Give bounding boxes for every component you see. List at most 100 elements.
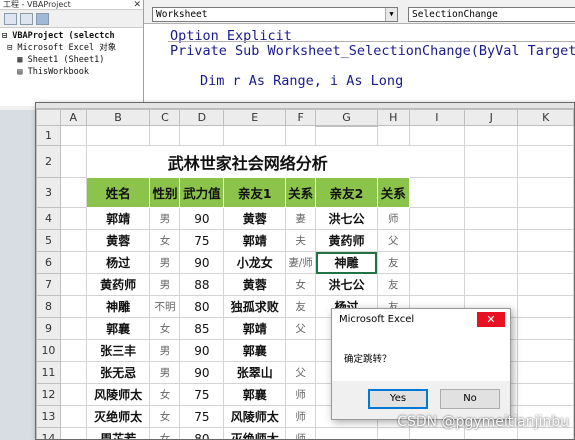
column-header[interactable]: J (464, 109, 519, 126)
data-cell[interactable]: 男 (149, 361, 181, 384)
cell[interactable] (59, 383, 87, 406)
cell[interactable] (59, 251, 87, 274)
column-header[interactable]: I (408, 109, 466, 126)
cell[interactable] (376, 125, 410, 146)
cell[interactable] (285, 125, 317, 146)
sheet-title-cell[interactable]: 武林世家社会网络分析 (85, 145, 410, 178)
cell[interactable] (464, 229, 519, 252)
close-icon[interactable]: ✕ (133, 0, 141, 10)
column-header[interactable]: A (59, 109, 87, 126)
cell[interactable] (59, 405, 87, 428)
header-cell[interactable]: 武力值 (179, 177, 225, 208)
data-cell[interactable]: 郭襄 (223, 339, 287, 362)
column-header[interactable]: F (285, 109, 317, 126)
data-cell[interactable]: 女 (149, 427, 181, 439)
procedure-dropdown[interactable]: SelectionChange (408, 7, 575, 22)
cell[interactable] (517, 251, 574, 274)
data-cell[interactable]: 师 (285, 405, 317, 428)
row-header[interactable]: 11 (36, 361, 61, 384)
data-cell[interactable]: 不明 (149, 295, 181, 318)
chevron-down-icon[interactable]: ▼ (385, 8, 397, 21)
data-cell[interactable]: 神雕 (85, 295, 151, 318)
data-cell[interactable]: 洪七公 (315, 273, 378, 296)
data-cell[interactable]: 洪七公 (315, 207, 378, 230)
cell[interactable] (149, 125, 181, 146)
header-cell[interactable]: 姓名 (85, 177, 151, 208)
cell[interactable] (59, 125, 87, 146)
cell[interactable] (85, 125, 151, 146)
row-header[interactable]: 12 (36, 383, 61, 406)
data-cell[interactable]: 父 (285, 317, 317, 340)
cell[interactable] (408, 207, 466, 230)
row-header[interactable]: 4 (36, 207, 61, 230)
data-cell[interactable]: 男 (149, 273, 181, 296)
cell[interactable] (517, 339, 574, 362)
data-cell[interactable]: 90 (179, 251, 225, 274)
data-cell[interactable]: 父 (285, 361, 317, 384)
cell[interactable] (59, 229, 87, 252)
cell[interactable] (517, 207, 574, 230)
cell[interactable] (59, 145, 87, 178)
data-cell[interactable] (315, 427, 378, 439)
data-cell[interactable]: 独孤求败 (223, 295, 287, 318)
data-cell[interactable]: 80 (179, 295, 225, 318)
cell[interactable] (408, 145, 466, 178)
data-cell[interactable]: 女 (149, 383, 181, 406)
data-cell[interactable]: 张无忌 (85, 361, 151, 384)
column-header[interactable]: H (376, 109, 410, 126)
data-cell[interactable]: 75 (179, 383, 225, 406)
cell[interactable] (517, 229, 574, 252)
row-header[interactable]: 13 (36, 405, 61, 428)
row-header[interactable]: 7 (36, 273, 61, 296)
data-cell[interactable]: 风陵师太 (223, 405, 287, 428)
data-cell[interactable]: 妻 (285, 207, 317, 230)
cell[interactable] (464, 251, 519, 274)
data-cell[interactable]: 郭襄 (85, 317, 151, 340)
data-cell[interactable]: 黄药师 (315, 229, 378, 252)
row-header[interactable]: 5 (36, 229, 61, 252)
row-header[interactable]: 10 (36, 339, 61, 362)
tree-item-thisworkbook[interactable]: ▤ ThisWorkbook (2, 66, 141, 78)
data-cell[interactable]: 男 (149, 251, 181, 274)
column-header[interactable]: K (517, 109, 574, 126)
view-code-icon[interactable] (4, 13, 17, 25)
column-header[interactable]: D (179, 109, 225, 126)
cell[interactable] (59, 177, 87, 208)
row-header[interactable]: 1 (36, 125, 61, 146)
row-header[interactable]: 14 (36, 427, 61, 439)
cell[interactable] (517, 177, 574, 208)
no-button[interactable]: No (440, 389, 500, 409)
tree-item-sheet1[interactable]: ▦ Sheet1 (Sheet1) (2, 54, 141, 66)
data-cell[interactable]: 父 (376, 229, 410, 252)
data-cell[interactable]: 张三丰 (85, 339, 151, 362)
data-cell[interactable]: 女 (285, 273, 317, 296)
data-cell[interactable]: 友 (285, 295, 317, 318)
data-cell[interactable]: 黄蓉 (85, 229, 151, 252)
cell[interactable] (408, 125, 466, 146)
column-header[interactable]: E (223, 109, 287, 126)
data-cell[interactable]: 友 (376, 273, 410, 296)
data-cell[interactable]: 师 (376, 207, 410, 230)
row-header[interactable]: 8 (36, 295, 61, 318)
column-header[interactable]: C (149, 109, 181, 126)
data-cell[interactable]: 75 (179, 229, 225, 252)
data-cell[interactable]: 师 (285, 427, 317, 439)
data-cell[interactable]: 神雕 (315, 251, 378, 274)
header-cell[interactable]: 亲友2 (315, 177, 378, 208)
cell[interactable] (517, 361, 574, 384)
data-cell[interactable]: 80 (179, 427, 225, 439)
data-cell[interactable]: 郭靖 (223, 229, 287, 252)
cell[interactable] (517, 125, 574, 146)
data-cell[interactable]: 妻/师 (285, 251, 317, 274)
cell[interactable] (315, 125, 378, 146)
data-cell[interactable]: 小龙女 (223, 251, 287, 274)
data-cell[interactable]: 85 (179, 317, 225, 340)
cell[interactable] (59, 361, 87, 384)
cell[interactable] (464, 273, 519, 296)
data-cell[interactable]: 郭襄 (223, 383, 287, 406)
column-header[interactable]: G (315, 109, 378, 127)
header-cell[interactable]: 关系 (285, 177, 317, 208)
data-cell[interactable]: 90 (179, 361, 225, 384)
cell[interactable] (408, 177, 466, 208)
cell[interactable] (59, 339, 87, 362)
